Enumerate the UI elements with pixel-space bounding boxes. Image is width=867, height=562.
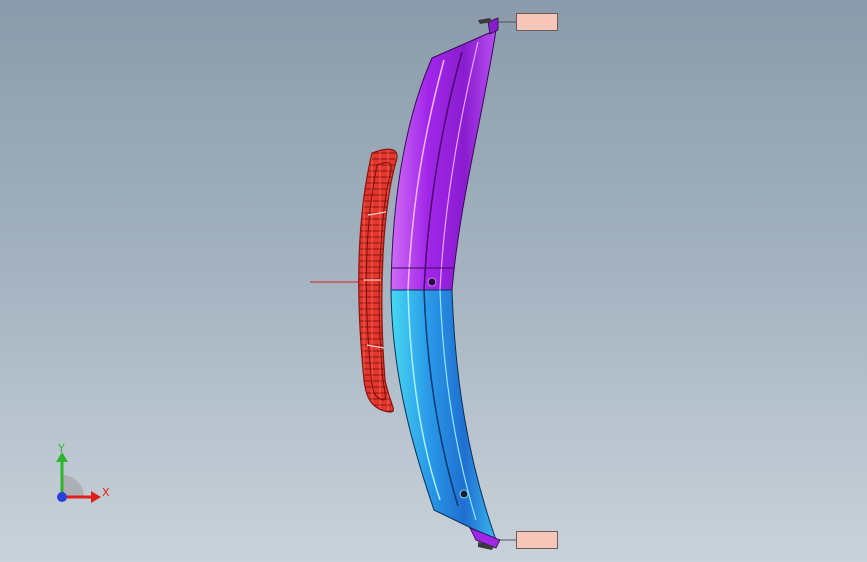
x-axis-label: X [102, 486, 110, 499]
lower-panel-body [390, 289, 497, 541]
mount-hole [427, 277, 437, 287]
mount-hole [459, 489, 469, 499]
annotation-tag-bottom[interactable] [516, 531, 558, 549]
lower-panel-part[interactable] [390, 289, 501, 550]
annotation-tag-top[interactable] [516, 13, 558, 31]
coordinate-triad-icon: Y X [50, 440, 120, 510]
y-axis-label: Y [58, 442, 65, 455]
graphics-viewport[interactable]: Y X [0, 0, 867, 562]
upper-panel-part[interactable] [390, 17, 499, 291]
upper-panel-body [390, 29, 497, 291]
model-scene[interactable] [0, 0, 867, 562]
